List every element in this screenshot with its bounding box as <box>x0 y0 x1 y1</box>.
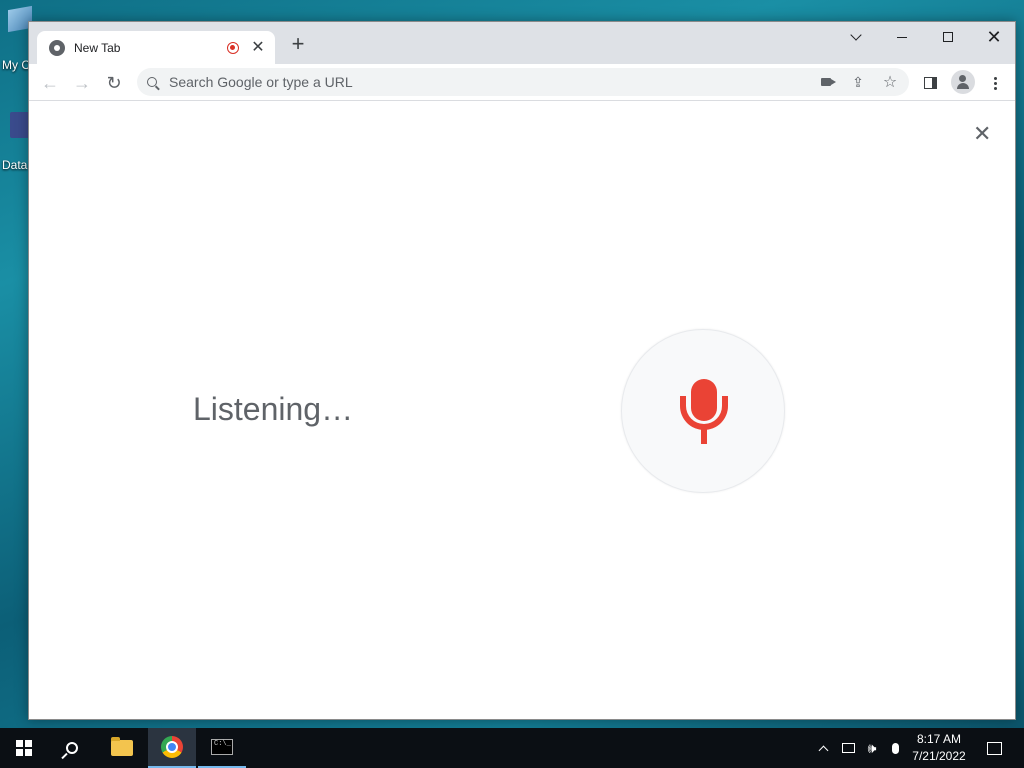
search-icon <box>66 742 78 754</box>
microphone-in-use-icon[interactable] <box>886 728 904 768</box>
chevron-up-icon <box>818 745 828 756</box>
taskbar-search-button[interactable] <box>48 728 96 768</box>
tab-title: New Tab <box>74 40 121 55</box>
terminal-icon: C:\_ <box>211 739 233 755</box>
forward-button[interactable]: → <box>71 72 93 94</box>
chrome-icon <box>161 736 183 758</box>
desktop-icon-label: My C <box>2 58 30 72</box>
volume-icon[interactable]: 🕪 <box>862 728 882 768</box>
browser-toolbar: ← → ↻ ⇪ ☆ <box>29 64 1015 101</box>
tab-new-tab[interactable]: New Tab ✕ <box>37 31 275 64</box>
voice-search-close-button[interactable]: ✕ <box>973 123 991 145</box>
terminal-taskbar-button[interactable]: C:\_ <box>198 728 246 768</box>
close-icon: ✕ <box>986 27 1002 47</box>
tab-close-icon[interactable]: ✕ <box>251 39 265 55</box>
chrome-favicon-icon <box>49 39 65 56</box>
network-icon[interactable] <box>838 728 858 768</box>
windows-logo-icon <box>16 740 32 756</box>
reload-button[interactable]: ↻ <box>103 72 125 94</box>
address-bar-input[interactable] <box>169 74 789 90</box>
maximize-icon <box>943 32 953 42</box>
browser-window: New Tab ✕ + ✕ ← → ↻ ⇪ ☆ <box>28 21 1016 720</box>
clock-date: 7/21/2022 <box>912 749 966 763</box>
tab-search-button[interactable] <box>833 22 879 52</box>
desktop-icon-my-computer[interactable]: My C <box>0 5 32 72</box>
clock-time: 8:17 AM <box>916 732 962 746</box>
profile-avatar[interactable] <box>951 70 975 94</box>
chrome-taskbar-button[interactable] <box>148 728 196 768</box>
taskbar: C:\_ 🕪 8:17 AM 7/21/2022 <box>0 728 1024 768</box>
listening-status-text: Listening… <box>193 391 354 427</box>
search-icon <box>147 77 157 87</box>
share-icon[interactable]: ⇪ <box>849 73 867 91</box>
notification-icon <box>986 741 1002 755</box>
minimize-icon <box>897 36 907 38</box>
maximize-button[interactable] <box>925 22 971 52</box>
back-button[interactable]: ← <box>39 72 61 94</box>
folder-icon <box>111 737 133 756</box>
voice-search-overlay: ✕ Listening… <box>29 101 1015 719</box>
omnibox[interactable]: ⇪ ☆ <box>137 68 909 96</box>
start-button[interactable] <box>0 728 48 768</box>
show-hidden-icons-button[interactable] <box>813 728 833 768</box>
desktop-icon-label: Data <box>2 158 28 172</box>
minimize-button[interactable] <box>879 22 925 52</box>
menu-kebab-icon[interactable] <box>985 73 1005 93</box>
new-tab-button[interactable]: + <box>287 33 309 55</box>
desktop-icon-data[interactable]: Data <box>0 112 30 172</box>
chevron-down-icon <box>850 29 862 41</box>
taskbar-clock[interactable]: 8:17 AM 7/21/2022 <box>906 731 972 765</box>
recording-indicator-icon <box>227 41 239 54</box>
bookmark-star-icon[interactable]: ☆ <box>881 73 899 91</box>
notification-center-button[interactable] <box>976 728 1012 768</box>
shortcut-icon <box>10 112 30 138</box>
file-explorer-button[interactable] <box>98 728 146 768</box>
title-bar: New Tab ✕ + ✕ <box>29 22 1015 64</box>
close-window-button[interactable]: ✕ <box>971 22 1015 52</box>
microphone-button[interactable] <box>621 329 785 493</box>
side-panel-icon[interactable] <box>920 73 940 93</box>
camera-in-use-icon[interactable] <box>817 73 836 91</box>
